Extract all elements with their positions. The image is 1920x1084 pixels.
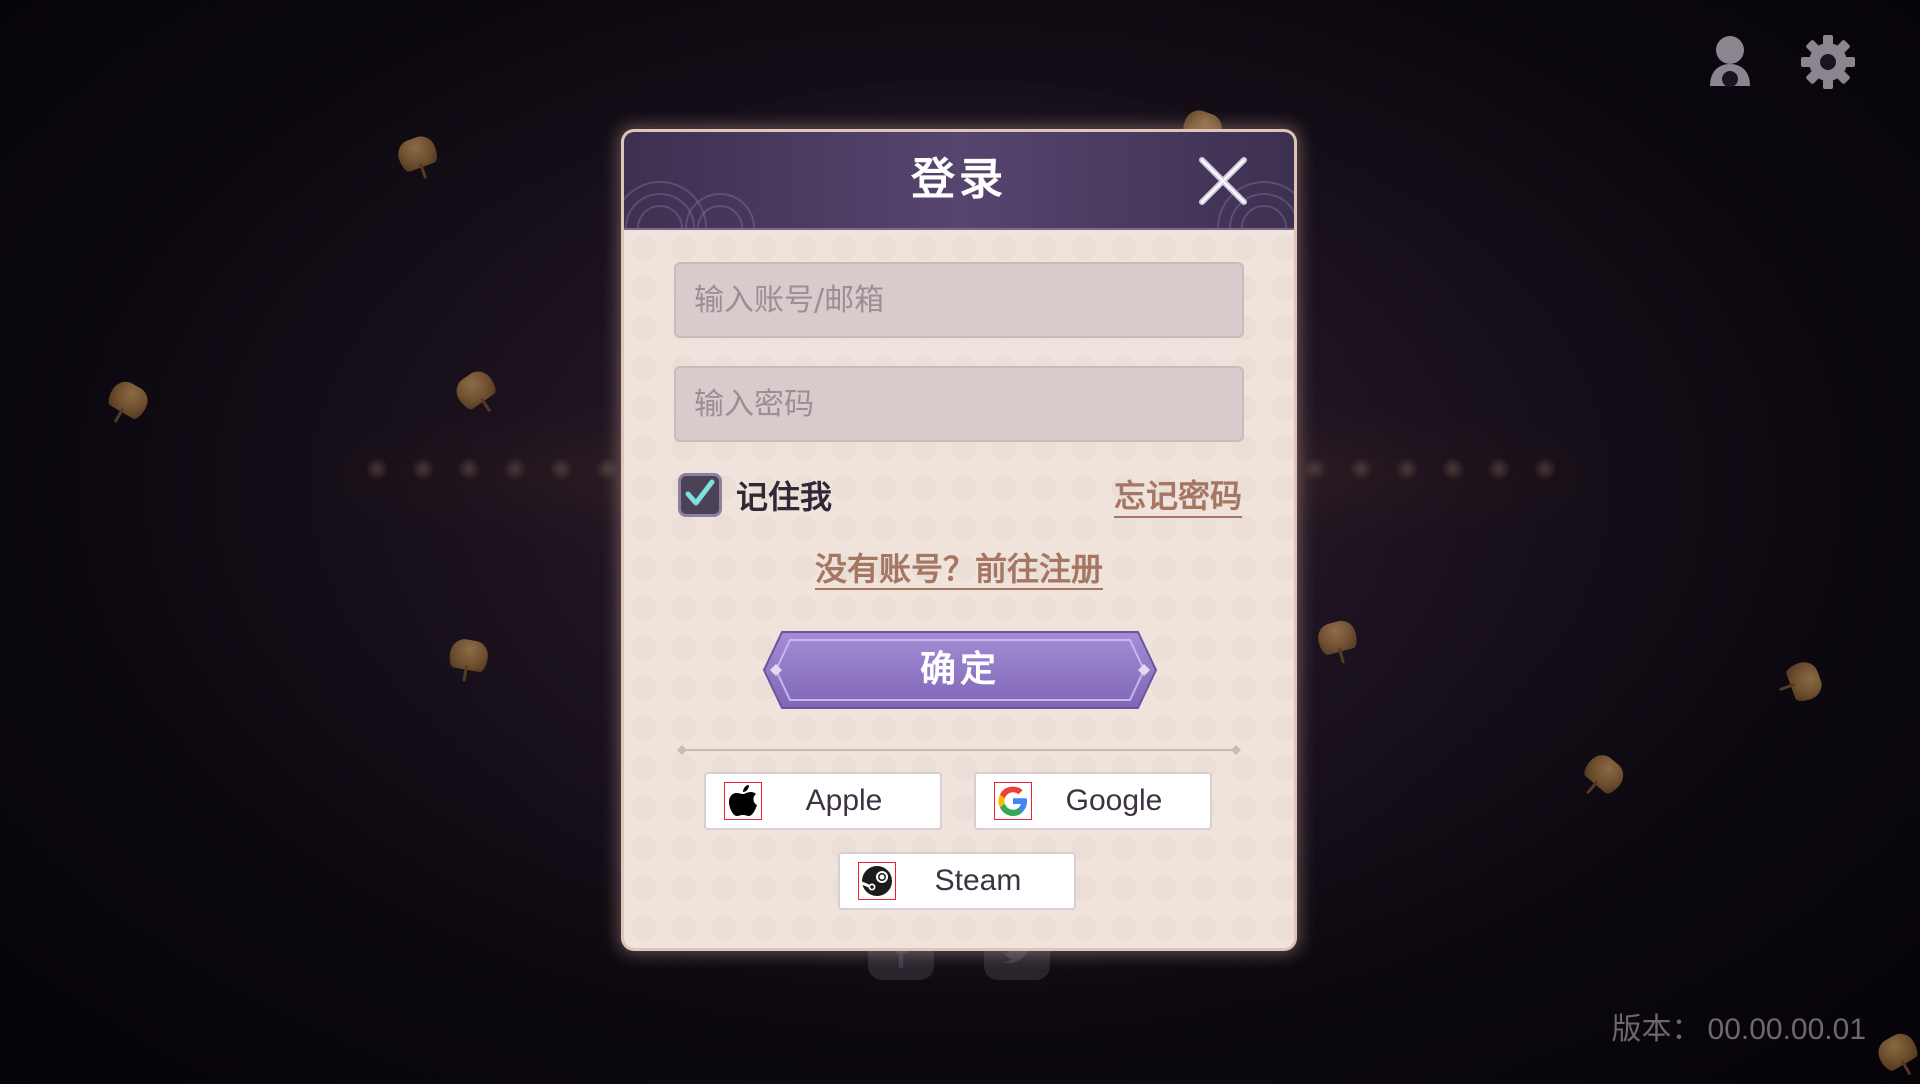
- ginkgo-leaf: [1580, 749, 1630, 797]
- confirm-button-label: 确定: [919, 649, 1000, 690]
- login-dialog: 登录 记住我 忘记密码 没有账号？前往注册: [624, 132, 1294, 948]
- version-value: 00.00.00.01: [1707, 1013, 1866, 1046]
- divider: [677, 745, 1241, 755]
- remember-me-toggle[interactable]: 记住我: [678, 470, 832, 520]
- forgot-password-link[interactable]: 忘记密码: [1113, 476, 1242, 518]
- user-icon: [1706, 32, 1754, 96]
- apple-login-label: Apple: [805, 784, 883, 817]
- steam-icon: [858, 862, 896, 900]
- remember-me-label: 记住我: [736, 478, 833, 516]
- ginkgo-leaf: [1873, 1028, 1920, 1074]
- remember-me-checkbox[interactable]: [678, 473, 722, 517]
- close-button[interactable]: [1198, 156, 1248, 206]
- google-login-button[interactable]: Google: [974, 772, 1212, 830]
- account-input[interactable]: [674, 262, 1244, 338]
- ginkgo-leaf: [394, 132, 440, 174]
- version-text: 版本： 00.00.00.01: [1612, 1004, 1866, 1048]
- checkmark-icon: [684, 478, 716, 512]
- register-link-container: 没有账号？前往注册: [624, 548, 1294, 590]
- apple-login-button[interactable]: Apple: [704, 772, 942, 830]
- confirm-button[interactable]: 确定: [762, 630, 1158, 710]
- ginkgo-leaf: [105, 376, 153, 422]
- steam-login-label: Steam: [934, 864, 1022, 897]
- version-label: 版本：: [1611, 1013, 1702, 1046]
- steam-login-button[interactable]: Steam: [838, 852, 1076, 910]
- google-login-label: Google: [1065, 784, 1163, 817]
- dialog-title: 登录: [911, 154, 1007, 205]
- gear-icon: [1799, 33, 1857, 95]
- ginkgo-leaf: [1784, 658, 1826, 704]
- register-link[interactable]: 没有账号？前往注册: [814, 550, 1103, 590]
- settings-button[interactable]: [1798, 32, 1858, 96]
- apple-icon: [724, 782, 762, 820]
- profile-button[interactable]: [1700, 32, 1760, 96]
- password-input[interactable]: [674, 366, 1244, 442]
- google-icon: [994, 782, 1032, 820]
- close-icon: [1198, 157, 1248, 210]
